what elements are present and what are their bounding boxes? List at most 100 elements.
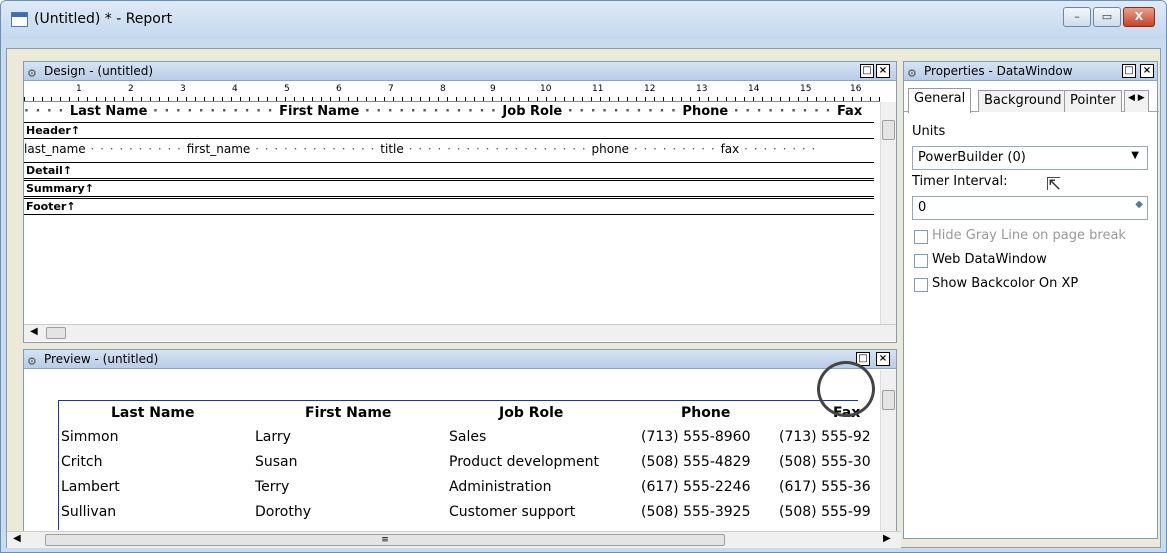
table-cell: (617) 555-36: [779, 479, 871, 495]
table-cell: (508) 555-30: [779, 454, 871, 470]
design-close-button[interactable]: ×: [876, 64, 890, 78]
maximize-button[interactable]: ▭: [1093, 7, 1121, 27]
table-cell: (508) 555-4829: [641, 454, 751, 470]
tab-pointer[interactable]: Pointer: [1064, 90, 1122, 112]
timer-interval-input[interactable]: 0 ◆: [912, 196, 1148, 220]
properties-tabs: General Background Pointer ◀ ▶: [904, 86, 1159, 113]
band-header[interactable]: Header↑: [24, 122, 874, 139]
spinner-icon[interactable]: ◆: [1135, 199, 1143, 210]
properties-pane: ⚙ Properties - DataWindow □ × General Ba…: [903, 61, 1159, 539]
pane-icon: ⚙: [907, 67, 917, 80]
header-phone[interactable]: Phone: [682, 104, 728, 119]
table-cell: Susan: [255, 454, 298, 470]
tab-general[interactable]: General: [908, 88, 972, 113]
preview-pane-header: ⚙ Preview - (untitled) □ ×: [24, 350, 896, 369]
design-pane: ⚙ Design - (untitled) □ × 1 2 3 4 5 6 7 …: [23, 61, 897, 343]
col-header-job-role: Job Role: [499, 405, 564, 421]
design-vscrollbar[interactable]: [880, 102, 896, 324]
ruler-label: 5: [284, 84, 290, 94]
minimize-button[interactable]: –: [1063, 7, 1091, 27]
ruler-label: 1: [76, 84, 82, 94]
table-cell: (508) 555-99: [779, 504, 871, 520]
ruler-label: 13: [696, 84, 708, 94]
close-button[interactable]: X: [1123, 7, 1155, 27]
design-pane-title: Design - (untitled): [44, 64, 154, 78]
band-summary[interactable]: Summary↑: [24, 180, 874, 197]
ruler-label: 9: [490, 84, 496, 94]
table-cell: Critch: [61, 454, 103, 470]
report-app-icon: [11, 12, 28, 27]
units-select[interactable]: PowerBuilder (0) ▼: [912, 146, 1148, 170]
scroll-right-icon[interactable]: ▶: [883, 533, 891, 544]
tab-background[interactable]: Background: [978, 90, 1068, 112]
header-first-name[interactable]: First Name: [279, 104, 359, 119]
design-detail-row: last_name · · · · · · · · · · first_name…: [24, 142, 817, 156]
header-last-name[interactable]: Last Name: [70, 104, 148, 119]
field-first-name[interactable]: first_name: [187, 142, 250, 156]
properties-maximize-button[interactable]: □: [1122, 64, 1136, 78]
units-label: Units: [912, 124, 946, 139]
design-vscroll-thumb[interactable]: [882, 120, 895, 140]
properties-pane-title: Properties - DataWindow: [924, 64, 1073, 78]
table-cell: Dorothy: [255, 504, 312, 520]
web-datawindow-checkbox[interactable]: Web DataWindow: [912, 252, 1047, 268]
hide-gray-line-checkbox[interactable]: Hide Gray Line on page break: [912, 228, 1126, 244]
main-hscrollbar[interactable]: ◀ ≡ ▶: [7, 531, 901, 548]
properties-pane-header: ⚙ Properties - DataWindow □ ×: [904, 62, 1157, 81]
ruler-label: 4: [232, 84, 238, 94]
design-pane-header: ⚙ Design - (untitled) □ ×: [24, 62, 896, 81]
ruler-ticks: [24, 97, 880, 101]
ruler-label: 7: [388, 84, 394, 94]
ruler-label: 11: [592, 84, 604, 94]
col-header-last-name: Last Name: [111, 405, 195, 421]
pane-icon: ⚙: [27, 355, 37, 368]
main-hscroll-thumb[interactable]: ≡: [45, 534, 725, 546]
design-header-row: · · · · Last Name · · · · · · · · · · · …: [24, 104, 863, 119]
show-backcolor-checkbox[interactable]: Show Backcolor On XP: [912, 276, 1078, 292]
table-cell: (617) 555-2246: [641, 479, 751, 495]
band-detail[interactable]: Detail↑: [24, 162, 874, 179]
field-phone[interactable]: phone: [592, 142, 630, 156]
design-hscroll-thumb[interactable]: [46, 327, 66, 339]
table-cell: Sales: [449, 429, 487, 445]
ruler: 1 2 3 4 5 6 7 8 9 10 11 12 13 14 15 16: [24, 82, 880, 102]
report-window: (Untitled) * - Report – ▭ X ⚙ Design - (…: [0, 0, 1167, 553]
report-preview: Last Name First Name Job Role Phone Fax …: [58, 400, 871, 530]
field-last-name[interactable]: last_name: [24, 142, 86, 156]
title-bar: (Untitled) * - Report – ▭ X: [1, 1, 1166, 39]
scroll-left-icon[interactable]: ◀: [30, 326, 38, 337]
scroll-left-icon[interactable]: ◀: [13, 533, 21, 544]
ruler-label: 12: [644, 84, 656, 94]
properties-close-button[interactable]: ×: [1140, 64, 1154, 78]
tab-scroll-arrows[interactable]: ◀ ▶: [1124, 90, 1149, 112]
preview-close-button[interactable]: ×: [876, 352, 890, 366]
ruler-label: 6: [336, 84, 342, 94]
pane-icon: ⚙: [27, 67, 37, 80]
table-cell: Customer support: [449, 504, 576, 520]
timer-interval-label: Timer Interval:: [912, 174, 1008, 189]
field-title[interactable]: title: [380, 142, 403, 156]
header-job-role[interactable]: Job Role: [502, 104, 562, 119]
col-header-phone: Phone: [681, 405, 731, 421]
field-fax[interactable]: fax: [721, 142, 740, 156]
window-title: (Untitled) * - Report: [34, 11, 173, 27]
table-cell: Simmon: [61, 429, 119, 445]
ruler-label: 10: [540, 84, 552, 94]
ruler-label: 8: [440, 84, 446, 94]
header-fax[interactable]: Fax: [837, 104, 862, 119]
design-hscrollbar[interactable]: ◀: [24, 324, 896, 341]
ruler-label: 16: [850, 84, 862, 94]
design-maximize-button[interactable]: □: [860, 64, 874, 78]
band-footer[interactable]: Footer↑: [24, 198, 874, 215]
table-cell: (508) 555-3925: [641, 504, 751, 520]
preview-pane: ⚙ Preview - (untitled) □ × Last Name Fir…: [23, 349, 897, 539]
table-cell: Product development: [449, 454, 599, 470]
table-cell: Administration: [449, 479, 552, 495]
preview-vscroll-thumb[interactable]: [882, 390, 895, 410]
chevron-down-icon[interactable]: ▼: [1131, 150, 1139, 161]
timer-interval-value: 0: [918, 200, 927, 215]
table-cell: Lambert: [61, 479, 120, 495]
col-header-first-name: First Name: [305, 405, 392, 421]
ruler-label: 2: [128, 84, 134, 94]
preview-vscrollbar[interactable]: [880, 370, 896, 538]
